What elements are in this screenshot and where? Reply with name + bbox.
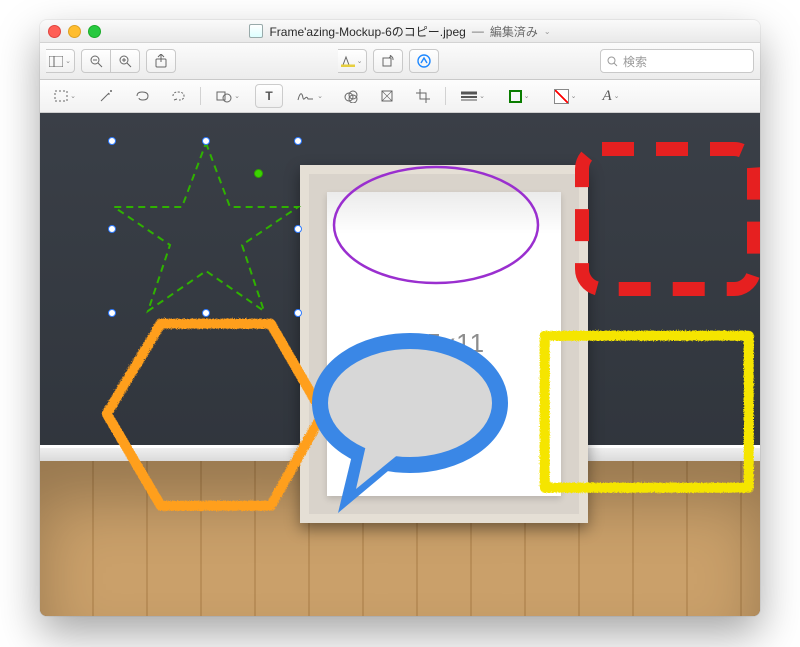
document-icon	[249, 24, 263, 38]
red-dashed-rect-shape[interactable]	[582, 149, 754, 289]
highlight-button[interactable]: ⌄	[338, 49, 367, 73]
instant-alpha-tool[interactable]	[92, 84, 120, 108]
lasso-tool[interactable]	[128, 84, 156, 108]
yellow-crayon-rect-shape[interactable]	[544, 335, 748, 487]
window-title: Frame'azing-Mockup-6のコピー.jpeg — 編集済み ⌄	[40, 23, 760, 40]
selection-handle[interactable]	[108, 309, 116, 317]
border-color-menu[interactable]: ⌄	[500, 84, 538, 108]
rotation-handle[interactable]	[254, 169, 263, 178]
ellipse-shape[interactable]	[334, 167, 538, 283]
selection-handle[interactable]	[202, 309, 210, 317]
search-placeholder: 検索	[623, 53, 647, 70]
selection-handle[interactable]	[294, 137, 302, 145]
search-icon	[607, 56, 618, 67]
adjust-color-tool[interactable]	[337, 84, 365, 108]
main-toolbar: ⌄ ⌄ 検索	[40, 43, 760, 80]
selection-handle[interactable]	[108, 137, 116, 145]
sidebar-toggle-button[interactable]: ⌄	[46, 49, 75, 73]
file-name: Frame'azing-Mockup-6のコピー.jpeg	[269, 23, 465, 40]
window-controls	[48, 25, 101, 38]
shapes-menu[interactable]: ⌄	[209, 84, 247, 108]
selection-handle[interactable]	[294, 309, 302, 317]
selection-handle[interactable]	[202, 137, 210, 145]
minimize-window-button[interactable]	[68, 25, 81, 38]
selection-handle[interactable]	[294, 225, 302, 233]
sign-tool[interactable]: ⌄	[291, 84, 329, 108]
preview-window: Frame'azing-Mockup-6のコピー.jpeg — 編集済み ⌄ ⌄…	[40, 20, 760, 616]
canvas[interactable]: 8.5x11	[40, 113, 760, 616]
titlebar: Frame'azing-Mockup-6のコピー.jpeg — 編集済み ⌄	[40, 20, 760, 43]
shapes-overlay	[40, 113, 760, 616]
adjust-size-tool[interactable]	[373, 84, 401, 108]
crop-tool[interactable]	[409, 84, 437, 108]
share-button[interactable]	[146, 49, 176, 73]
rotate-button[interactable]	[373, 49, 403, 73]
star-shape[interactable]	[114, 143, 298, 311]
search-field[interactable]: 検索	[600, 49, 754, 73]
close-window-button[interactable]	[48, 25, 61, 38]
line-style-menu[interactable]: ⌄	[454, 84, 492, 108]
smart-lasso-tool[interactable]	[164, 84, 192, 108]
zoom-in-button[interactable]	[111, 49, 140, 73]
hexagon-shape[interactable]	[106, 323, 322, 505]
speech-bubble-shape[interactable]	[320, 341, 500, 513]
zoom-out-button[interactable]	[81, 49, 111, 73]
fill-color-menu[interactable]: ⌄	[546, 84, 584, 108]
markup-toolbar: ⌄ ⌄ T ⌄ ⌄ ⌄ ⌄ A⌄	[40, 80, 760, 113]
fullscreen-window-button[interactable]	[88, 25, 101, 38]
markup-toggle-button[interactable]	[409, 49, 439, 73]
selection-handle[interactable]	[108, 225, 116, 233]
file-status: 編集済み	[490, 23, 538, 40]
text-style-menu[interactable]: A⌄	[592, 84, 630, 108]
text-tool[interactable]: T	[255, 84, 283, 108]
selection-rect-tool[interactable]: ⌄	[46, 84, 84, 108]
